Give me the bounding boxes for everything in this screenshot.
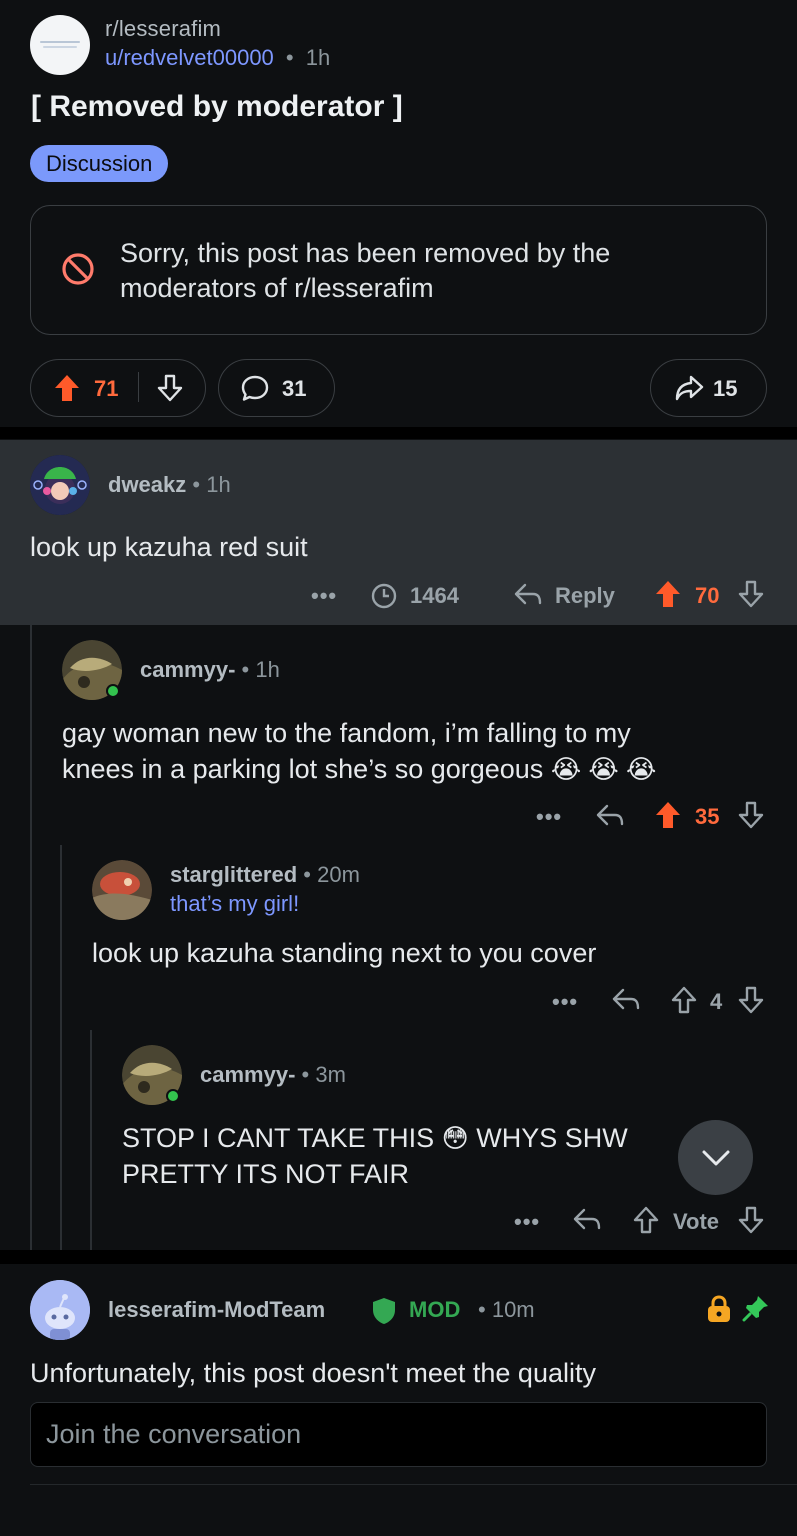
comment-username[interactable]: cammyy- xyxy=(200,1062,295,1087)
comment-time: 20m xyxy=(317,862,360,887)
thread-line[interactable] xyxy=(90,1030,92,1250)
comment-time: 3m xyxy=(315,1062,346,1087)
comment-author[interactable]: cammyy- • 1h xyxy=(140,657,280,683)
downvote-arrow-icon[interactable] xyxy=(738,1206,764,1234)
view-count: 1464 xyxy=(410,583,459,608)
comment-body: STOP I CANT TAKE THIS 😳 WHYS SHW PRETTY … xyxy=(122,1120,628,1192)
mod-shield-icon xyxy=(371,1297,397,1325)
comment-time: 1h xyxy=(255,657,280,682)
upvote-arrow-icon[interactable] xyxy=(671,986,697,1014)
comment-time: • 10m xyxy=(478,1297,535,1322)
bottom-divider xyxy=(30,1484,797,1485)
comment-author[interactable]: dweakz • 1h xyxy=(108,472,231,498)
post-meta: u/redvelvet00000 • 1h xyxy=(105,45,330,71)
clock-icon xyxy=(370,582,398,610)
chevron-down-icon xyxy=(700,1146,732,1170)
share-button[interactable] xyxy=(650,359,767,417)
downvote-arrow-icon[interactable] xyxy=(738,986,764,1014)
comment-author[interactable]: starglittered • 20m xyxy=(170,862,360,888)
avatar[interactable] xyxy=(30,455,90,515)
online-indicator xyxy=(166,1089,180,1103)
mod-badge: MOD xyxy=(409,1297,461,1322)
vote-divider xyxy=(138,372,139,402)
post-screen: r/lesserafim u/redvelvet00000 • 1h [ Rem… xyxy=(0,0,797,1536)
crying-emoji: 😭 😭 😭 xyxy=(550,754,657,784)
comment-username[interactable]: cammyy- xyxy=(140,657,235,682)
thread-line[interactable] xyxy=(30,625,32,1250)
comment-score: 4 xyxy=(710,989,723,1014)
subreddit-avatar[interactable] xyxy=(30,15,90,75)
comment-bubble-icon xyxy=(240,374,270,402)
comment-body: look up kazuha standing next to you cove… xyxy=(92,938,597,968)
reply-arrow-icon[interactable] xyxy=(595,802,625,830)
comment-line: PRETTY ITS NOT FAIR xyxy=(122,1159,410,1189)
vote-label: Vote xyxy=(673,1209,720,1234)
mod-time-value: 10m xyxy=(491,1297,535,1322)
lock-icon xyxy=(706,1294,732,1324)
removed-text: Sorry, this post has been removed by the… xyxy=(120,236,610,306)
comments-button[interactable] xyxy=(218,359,335,417)
comment-body: gay woman new to the fandom, i’m falling… xyxy=(62,715,656,787)
more-options-button[interactable]: ••• xyxy=(552,989,578,1015)
scroll-next-comment-button[interactable] xyxy=(678,1120,753,1195)
post-score: 71 xyxy=(94,376,119,401)
comment-text: STOP I CANT TAKE THIS xyxy=(122,1123,435,1153)
online-indicator xyxy=(106,684,120,698)
comment-username[interactable]: dweakz xyxy=(108,472,186,497)
comment-text: WHYS SHW xyxy=(476,1123,628,1153)
upvote-arrow-icon[interactable] xyxy=(54,374,80,402)
reply-arrow-icon[interactable] xyxy=(611,986,641,1014)
post-time: 1h xyxy=(305,45,331,70)
comment-text: knees in a parking lot she’s so gorgeous xyxy=(62,754,544,784)
no-entry-icon xyxy=(61,252,95,286)
reply-button[interactable]: Reply xyxy=(555,583,615,609)
share-count: 15 xyxy=(713,376,738,401)
downvote-arrow-icon[interactable] xyxy=(738,801,764,829)
section-divider xyxy=(0,1250,797,1264)
reply-arrow-icon[interactable] xyxy=(513,581,543,609)
pin-icon xyxy=(742,1294,770,1322)
comment-line: STOP I CANT TAKE THIS 😳 WHYS SHW xyxy=(122,1120,628,1156)
comment-line: knees in a parking lot she’s so gorgeous… xyxy=(62,751,656,787)
upvote-arrow-icon[interactable] xyxy=(633,1206,659,1234)
avatar[interactable] xyxy=(30,1280,90,1340)
section-divider xyxy=(0,427,797,439)
more-options-button[interactable]: ••• xyxy=(311,583,337,609)
comment-line: gay woman new to the fandom, i’m falling… xyxy=(62,718,631,748)
post-title: [ Removed by moderator ] xyxy=(31,90,403,123)
post-flair[interactable]: Discussion xyxy=(30,145,169,182)
thread-line[interactable] xyxy=(60,845,62,1250)
downvote-arrow-icon[interactable] xyxy=(738,580,764,608)
avatar[interactable] xyxy=(92,860,152,920)
reply-arrow-icon[interactable] xyxy=(572,1206,602,1234)
join-conversation-placeholder[interactable]: Join the conversation xyxy=(46,1419,301,1450)
upvote-arrow-icon[interactable] xyxy=(655,801,681,829)
comment-count: 31 xyxy=(282,376,307,401)
post-author[interactable]: u/redvelvet00000 xyxy=(105,45,274,70)
comment-time: 1h xyxy=(206,472,231,497)
upvote-arrow-icon[interactable] xyxy=(655,580,681,608)
mod-author[interactable]: lesserafim-ModTeam xyxy=(108,1297,325,1323)
user-flair: that’s my girl! xyxy=(170,891,300,916)
share-arrow-icon xyxy=(674,374,704,402)
comment-author[interactable]: cammyy- • 3m xyxy=(200,1062,346,1088)
more-options-button[interactable]: ••• xyxy=(514,1209,540,1235)
removed-text-line1: Sorry, this post has been removed by the xyxy=(120,238,611,268)
removed-text-line2: moderators of r/lesserafim xyxy=(120,273,434,303)
more-options-button[interactable]: ••• xyxy=(536,804,562,830)
comment-score: 70 xyxy=(695,583,720,608)
comment-body: look up kazuha red suit xyxy=(30,532,308,562)
subreddit-name[interactable]: r/lesserafim xyxy=(105,16,221,42)
comment-body: Unfortunately, this post doesn't meet th… xyxy=(30,1358,596,1388)
comment-username[interactable]: starglittered xyxy=(170,862,297,887)
meta-separator: • xyxy=(285,45,294,70)
comment-score: 35 xyxy=(695,804,720,829)
downvote-arrow-icon[interactable] xyxy=(157,374,183,402)
flushed-emoji: 😳 xyxy=(441,1123,469,1153)
